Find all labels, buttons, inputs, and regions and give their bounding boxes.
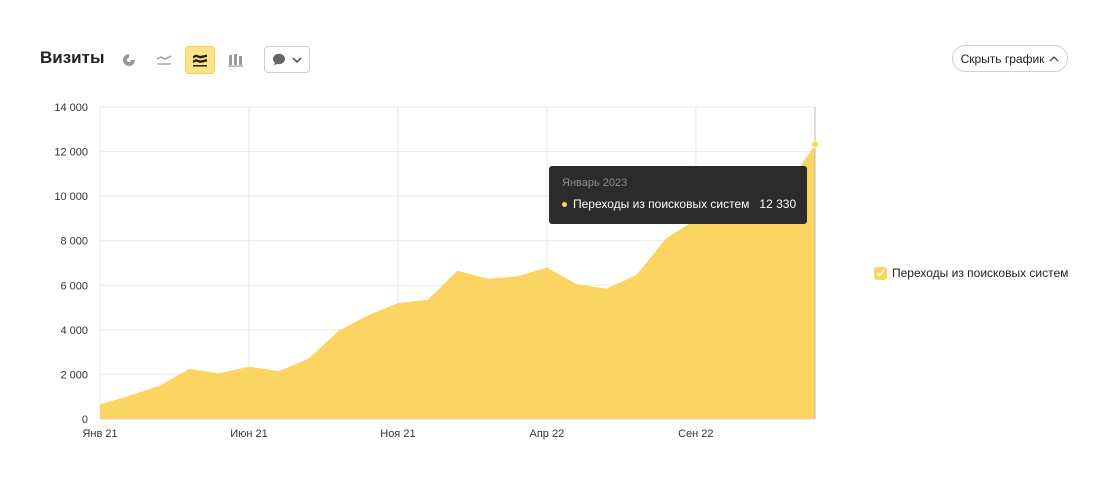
x-tick-label: Янв 21 [82,428,117,440]
y-tick-label: 4 000 [60,325,88,337]
chart-tooltip: Январь 2023 Переходы из поисковых систем… [549,166,807,224]
y-tick-label: 12 000 [54,147,88,159]
y-tick-label: 14 000 [54,102,88,114]
tooltip-series-dot [562,201,567,207]
y-tick-label: 6 000 [60,280,88,292]
legend-label: Переходы из поисковых систем [892,266,1069,280]
y-tick-label: 10 000 [54,191,88,203]
legend-item[interactable]: Переходы из поисковых систем [874,266,1068,280]
x-tick-label: Июн 21 [230,428,268,440]
tooltip-row: Переходы из поисковых систем 12 330 [562,197,797,211]
data-point-marker [811,140,819,149]
x-tick-label: Апр 22 [530,428,565,440]
y-tick-label: 2 000 [60,369,88,381]
area-chart: 0 2 000 4 000 6 000 8 000 10 000 12 000 14 000 Я… [54,102,819,440]
tooltip-date: Январь 2023 [562,177,628,189]
check-icon [876,269,885,277]
x-tick-label: Сен 22 [678,428,713,440]
tooltip-series-name: Переходы из поисковых систем [573,197,750,211]
y-tick-label: 0 [82,414,88,426]
legend-checkbox[interactable] [874,266,887,280]
tooltip-value: 12 330 [759,197,797,211]
x-tick-label: Ноя 21 [380,428,415,440]
y-tick-label: 8 000 [60,236,88,248]
